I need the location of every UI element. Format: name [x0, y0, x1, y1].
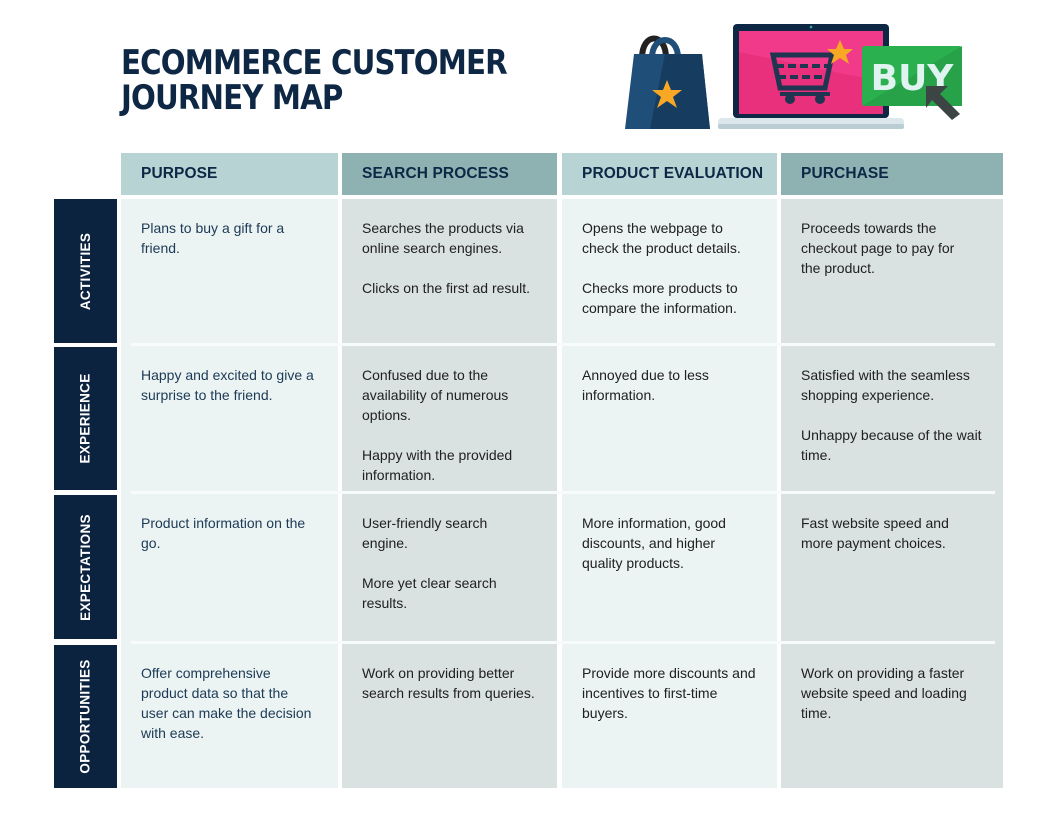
cell-text: Fast website speed and more payment choi…	[801, 515, 949, 551]
row-label-opportunities: OPPORTUNITIES	[54, 645, 117, 788]
column-header-label: PRODUCT EVALUATION	[582, 165, 764, 182]
cell-text: Opens the webpage to check the product d…	[582, 220, 741, 256]
cell-opportunities-search-process: Work on providing better search results …	[342, 644, 557, 723]
cell-opportunities-product-evaluation: Provide more discounts and incentives to…	[562, 644, 777, 743]
row-label-text: OPPORTUNITIES	[78, 659, 94, 774]
cell-text: User-friendly search engine.	[362, 515, 488, 551]
cell-text: Satisfied with the seamless shopping exp…	[801, 367, 970, 403]
shopping-bag-icon	[625, 35, 710, 129]
cell-text: Product information on the go.	[141, 515, 306, 551]
row-label-text: ACTIVITIES	[78, 232, 94, 310]
page-title: ECOMMERCE CUSTOMER JOURNEY MAP	[121, 43, 508, 118]
row-label-text: EXPECTATIONS	[78, 513, 93, 621]
cell-text: Confused due to the availability of nume…	[362, 367, 509, 423]
cell-opportunities-purchase: Work on providing a faster website speed…	[781, 644, 991, 743]
cell-activities-purchase: Proceeds towards the checkout page to pa…	[781, 199, 991, 298]
cell-activities-search-process: Searches the products via online search …	[342, 199, 557, 318]
cell-experience-purchase: Satisfied with the seamless shopping exp…	[781, 346, 1003, 485]
column-header-purchase: PURCHASE	[781, 153, 1003, 195]
row-label-expectations: EXPECTATIONS	[54, 495, 117, 639]
buy-label: BUY	[871, 58, 955, 99]
column-header-label: PURPOSE	[141, 165, 218, 182]
cell-expectations-purchase: Fast website speed and more payment choi…	[781, 494, 981, 573]
cell-opportunities-purpose: Offer comprehensive product data so that…	[121, 644, 338, 763]
cell-experience-search-process: Confused due to the availability of nume…	[342, 346, 542, 505]
cell-text: More yet clear search results.	[362, 575, 497, 611]
cell-experience-product-evaluation: Annoyed due to less information.	[562, 346, 777, 425]
cell-text: Work on providing a faster website speed…	[801, 665, 967, 721]
cell-expectations-product-evaluation: More information, good discounts, and hi…	[562, 494, 777, 593]
column-header-product-evaluation: PRODUCT EVALUATION	[562, 153, 777, 195]
cell-experience-purpose: Happy and excited to give a surprise to …	[121, 346, 338, 425]
cell-text: Work on providing better search results …	[362, 665, 535, 701]
cell-text: Checks more products to compare the info…	[582, 280, 738, 316]
column-header-label: SEARCH PROCESS	[362, 165, 509, 182]
title-line-1: ECOMMERCE CUSTOMER	[121, 43, 508, 83]
cell-activities-purpose: Plans to buy a gift for a friend.	[121, 199, 338, 278]
cell-text: More information, good discounts, and hi…	[582, 515, 726, 571]
row-label-activities: ACTIVITIES	[54, 199, 117, 343]
row-label-experience: EXPERIENCE	[54, 347, 117, 490]
cell-text: Plans to buy a gift for a friend.	[141, 220, 285, 256]
row-label-text: EXPERIENCE	[78, 373, 93, 464]
cell-activities-product-evaluation: Opens the webpage to check the product d…	[562, 199, 777, 338]
column-header-label: PURCHASE	[801, 165, 889, 182]
cell-text: Provide more discounts and incentives to…	[582, 665, 756, 721]
cell-expectations-search-process: User-friendly search engine. More yet cl…	[342, 494, 557, 633]
cell-text: Unhappy because of the wait time.	[801, 427, 982, 463]
cell-text: Proceeds towards the checkout page to pa…	[801, 220, 955, 276]
column-header-purpose: PURPOSE	[121, 153, 338, 195]
column-header-search-process: SEARCH PROCESS	[342, 153, 557, 195]
cell-text: Annoyed due to less information.	[582, 367, 709, 403]
cell-text: Searches the products via online search …	[362, 220, 524, 256]
cell-expectations-purpose: Product information on the go.	[121, 494, 338, 573]
ecommerce-illustration: BUY	[625, 24, 962, 129]
title-line-2: JOURNEY MAP	[121, 78, 343, 118]
cell-text: Happy and excited to give a surprise to …	[141, 367, 314, 403]
cell-text: Happy with the provided information.	[362, 447, 513, 483]
cell-text: Offer comprehensive product data so that…	[141, 665, 312, 741]
cell-text: Clicks on the first ad result.	[362, 280, 531, 296]
